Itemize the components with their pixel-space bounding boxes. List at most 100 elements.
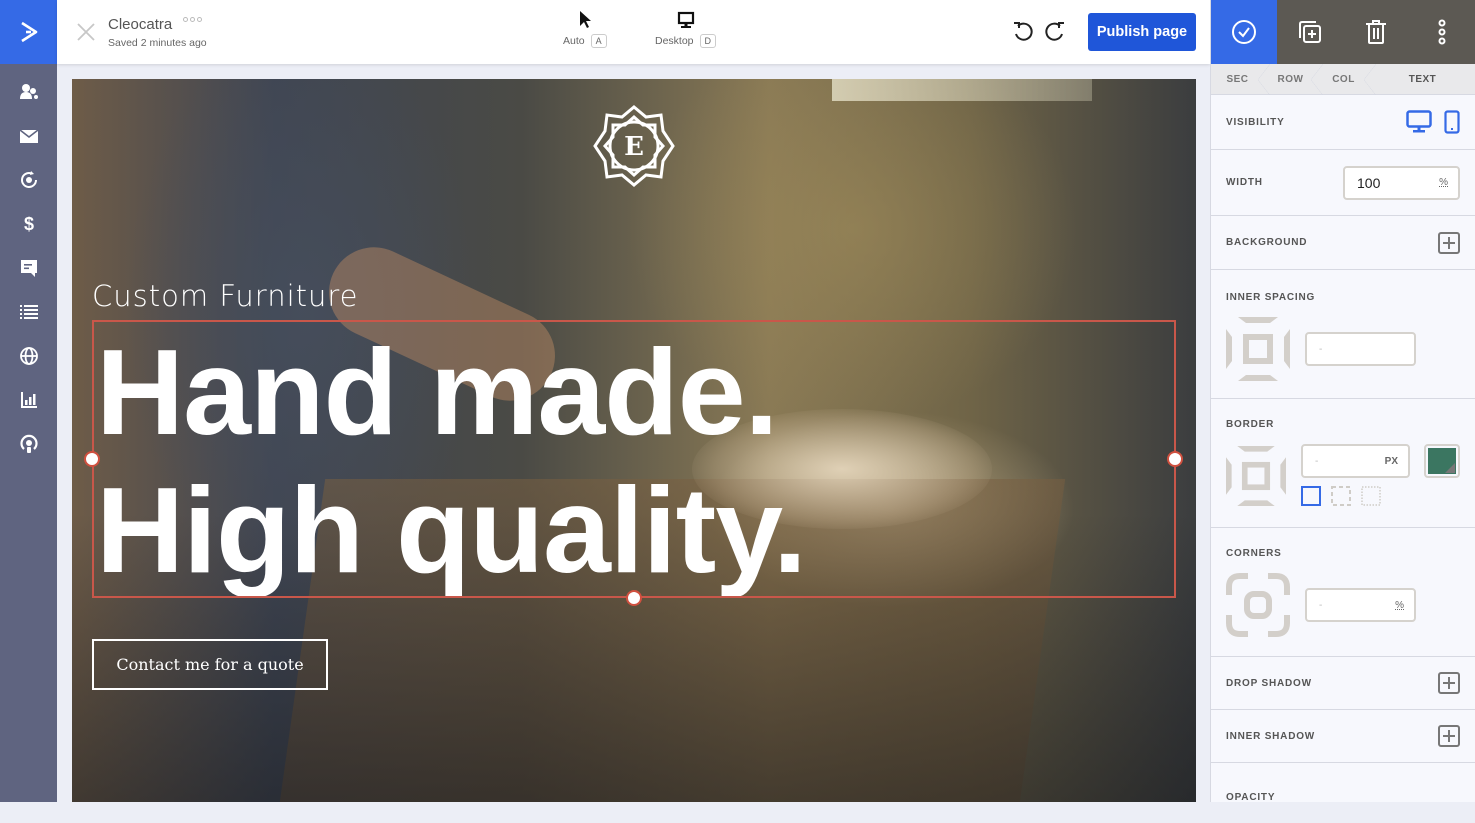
width-input[interactable]: 100 %	[1343, 165, 1460, 200]
nav-item-reports[interactable]	[0, 378, 57, 422]
page-canvas[interactable]: E Custom Furniture Hand made. High quali…	[72, 79, 1196, 802]
page-name[interactable]: Cleocatra	[108, 16, 172, 33]
nav-item-deals[interactable]: $	[0, 202, 57, 246]
background-label: BACKGROUND	[1226, 237, 1308, 248]
visibility-section: VISIBILITY	[1211, 95, 1475, 150]
mode-auto-label: Auto	[563, 35, 585, 47]
resize-handle-right[interactable]	[1167, 451, 1183, 467]
width-unit-selector[interactable]: %	[1439, 177, 1448, 188]
breadcrumb: SEC ROW COL TEXT	[1211, 64, 1475, 95]
list-icon	[19, 305, 38, 319]
resize-handle-left[interactable]	[84, 451, 100, 467]
close-button[interactable]	[75, 21, 97, 43]
save-status: Saved 2 minutes ago	[108, 37, 207, 49]
color-picker-corner-icon	[1445, 463, 1455, 473]
redo-button[interactable]	[1044, 20, 1066, 42]
background-photo-window	[832, 79, 1092, 101]
opacity-section: OPACITY	[1211, 763, 1475, 823]
nav-item-lists[interactable]	[0, 290, 57, 334]
nav-item-contacts[interactable]	[0, 70, 57, 114]
drop-shadow-label: DROP SHADOW	[1226, 677, 1312, 689]
envelope-icon	[19, 129, 38, 143]
delete-button[interactable]	[1343, 0, 1409, 64]
top-bar: Cleocatra Saved 2 minutes ago Auto A Des…	[57, 0, 1210, 64]
drop-shadow-section: DROP SHADOW	[1211, 657, 1475, 710]
breadcrumb-sec[interactable]: SEC	[1211, 64, 1270, 95]
border-color-swatch[interactable]	[1424, 444, 1460, 478]
undo-button[interactable]	[1012, 20, 1034, 42]
brand-emblem-logo[interactable]: E	[591, 103, 677, 189]
confirm-button[interactable]	[1211, 0, 1277, 64]
corners-placeholder: -	[1319, 599, 1323, 611]
page-options-button[interactable]	[183, 17, 202, 22]
mobile-visibility-toggle[interactable]	[1444, 110, 1460, 134]
mode-desktop-button[interactable]: Desktop D	[655, 10, 717, 48]
properties-panel: SEC ROW COL TEXT VISIBILITY WIDTH 100 % …	[1210, 0, 1475, 803]
corners-label: CORNERS	[1226, 548, 1282, 559]
dot-icon	[190, 17, 195, 22]
spacing-sides-icon[interactable]	[1226, 317, 1290, 381]
undo-icon	[1014, 22, 1033, 41]
desktop-visibility-toggle[interactable]	[1406, 110, 1432, 134]
inner-spacing-input[interactable]: -	[1305, 332, 1416, 366]
plus-icon	[1443, 730, 1455, 742]
corners-input[interactable]: - %	[1305, 588, 1416, 622]
svg-text:$: $	[23, 214, 33, 234]
mode-auto-button[interactable]: Auto A	[563, 10, 607, 48]
left-nav: $	[0, 0, 57, 802]
trash-icon	[1366, 20, 1386, 44]
corner-radius-icon[interactable]	[1226, 573, 1290, 637]
logo-letter: E	[624, 132, 644, 162]
publish-page-button[interactable]: Publish page	[1088, 13, 1196, 51]
bar-chart-icon	[20, 392, 37, 408]
dot-icon	[197, 17, 202, 22]
cursor-icon	[579, 11, 591, 28]
resize-handle-bottom[interactable]	[626, 590, 642, 606]
element-toolbar	[1211, 0, 1475, 64]
nav-item-campaigns[interactable]	[0, 114, 57, 158]
width-label: WIDTH	[1226, 177, 1263, 188]
border-style-dashed[interactable]	[1331, 486, 1351, 506]
duplicate-icon	[1299, 21, 1321, 43]
width-section: WIDTH 100 %	[1211, 150, 1475, 216]
dot-icon	[183, 17, 188, 22]
plus-icon	[1443, 677, 1455, 689]
border-width-placeholder: -	[1315, 455, 1319, 467]
nav-item-website[interactable]	[0, 334, 57, 378]
width-value: 100	[1357, 174, 1381, 191]
desktop-icon	[677, 11, 694, 28]
location-pin-icon	[19, 434, 38, 453]
inner-shadow-section: INNER SHADOW	[1211, 710, 1475, 763]
brand-logo-button[interactable]	[0, 0, 57, 64]
visibility-label: VISIBILITY	[1226, 116, 1285, 128]
inner-spacing-section: INNER SPACING -	[1211, 270, 1475, 399]
mode-desktop-label: Desktop	[655, 35, 694, 47]
add-drop-shadow-button[interactable]	[1438, 672, 1460, 694]
duplicate-button[interactable]	[1277, 0, 1343, 64]
border-width-input[interactable]: - PX	[1301, 444, 1410, 478]
opacity-label: OPACITY	[1226, 792, 1276, 803]
nav-item-apps[interactable]	[0, 422, 57, 466]
breadcrumb-row[interactable]: ROW	[1264, 64, 1323, 95]
plus-icon	[1443, 236, 1455, 249]
border-sides-icon[interactable]	[1226, 444, 1286, 508]
more-options-button[interactable]	[1409, 0, 1475, 64]
contact-quote-button[interactable]: Contact me for a quote	[92, 639, 328, 690]
close-icon	[77, 23, 95, 41]
breadcrumb-text[interactable]: TEXT	[1370, 64, 1475, 94]
inner-shadow-label: INNER SHADOW	[1226, 730, 1316, 742]
globe-icon	[19, 347, 38, 365]
border-label: BORDER	[1226, 419, 1275, 430]
contacts-icon	[19, 84, 38, 99]
selection-outline	[92, 320, 1176, 598]
add-background-button[interactable]	[1438, 231, 1460, 254]
nav-item-automations[interactable]	[0, 158, 57, 202]
corners-unit-selector[interactable]: %	[1395, 600, 1404, 611]
add-inner-shadow-button[interactable]	[1438, 725, 1460, 747]
confirm-icon	[1232, 20, 1256, 44]
border-style-solid[interactable]	[1301, 486, 1321, 506]
nav-item-conversations[interactable]	[0, 246, 57, 290]
subheading-text[interactable]: Custom Furniture	[92, 279, 359, 313]
breadcrumb-col[interactable]: COL	[1317, 64, 1376, 95]
border-style-dotted[interactable]	[1361, 486, 1381, 506]
